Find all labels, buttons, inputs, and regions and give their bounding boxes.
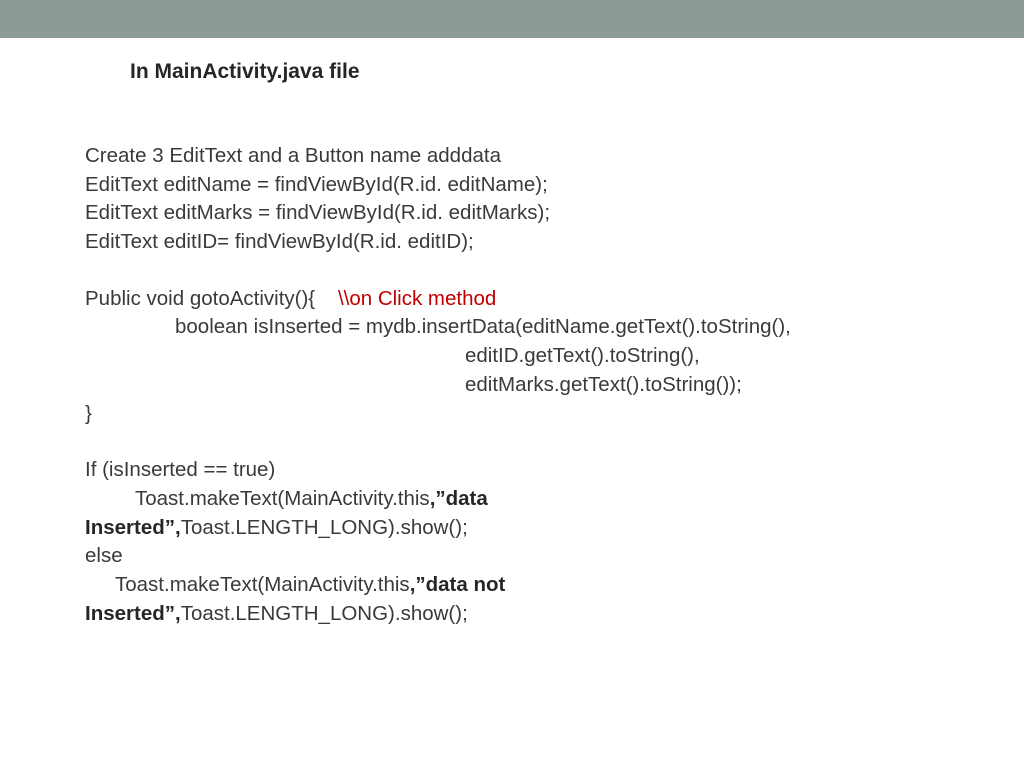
indent bbox=[85, 573, 115, 596]
code-line: else bbox=[85, 542, 939, 571]
code-line: editMarks.getText().toString()); bbox=[85, 371, 939, 400]
code-text: Toast.LENGTH_LONG).show(); bbox=[181, 602, 468, 625]
code-line: Inserted”,Toast.LENGTH_LONG).show(); bbox=[85, 600, 939, 629]
code-line: EditText editName = findViewById(R.id. e… bbox=[85, 171, 939, 200]
code-text: Toast.makeText(MainActivity.this bbox=[115, 573, 410, 596]
code-bold: ,”data not bbox=[410, 573, 506, 596]
code-line: editID.getText().toString(), bbox=[85, 342, 939, 371]
code-line: boolean isInserted = mydb.insertData(edi… bbox=[85, 313, 939, 342]
code-line: Inserted”,Toast.LENGTH_LONG).show(); bbox=[85, 514, 939, 543]
code-line: Toast.makeText(MainActivity.this,”data n… bbox=[85, 571, 939, 600]
slide-content: In MainActivity.java file Create 3 EditT… bbox=[0, 60, 1024, 628]
code-line: EditText editMarks = findViewById(R.id. … bbox=[85, 199, 939, 228]
code-bold: Inserted”, bbox=[85, 516, 181, 539]
code-line: } bbox=[85, 400, 939, 429]
code-line: EditText editID= findViewById(R.id. edit… bbox=[85, 228, 939, 257]
code-text: Toast.makeText(MainActivity.this bbox=[135, 487, 430, 510]
indent bbox=[85, 487, 135, 510]
code-line: Toast.makeText(MainActivity.this,”data bbox=[85, 485, 939, 514]
code-line: Public void gotoActivity(){ \\on Click m… bbox=[85, 285, 939, 314]
blank-line bbox=[85, 257, 939, 285]
code-bold: Inserted”, bbox=[85, 602, 181, 625]
code-line: If (isInserted == true) bbox=[85, 456, 939, 485]
code-text: Toast.LENGTH_LONG).show(); bbox=[181, 516, 468, 539]
code-comment: \\on Click method bbox=[338, 287, 496, 310]
blank-line bbox=[85, 428, 939, 456]
heading: In MainActivity.java file bbox=[130, 60, 939, 84]
code-text: Public void gotoActivity(){ bbox=[85, 287, 338, 310]
code-bold: ,”data bbox=[430, 487, 488, 510]
body-text: Create 3 EditText and a Button name addd… bbox=[85, 142, 939, 628]
code-line: Create 3 EditText and a Button name addd… bbox=[85, 142, 939, 171]
top-bar bbox=[0, 0, 1024, 38]
